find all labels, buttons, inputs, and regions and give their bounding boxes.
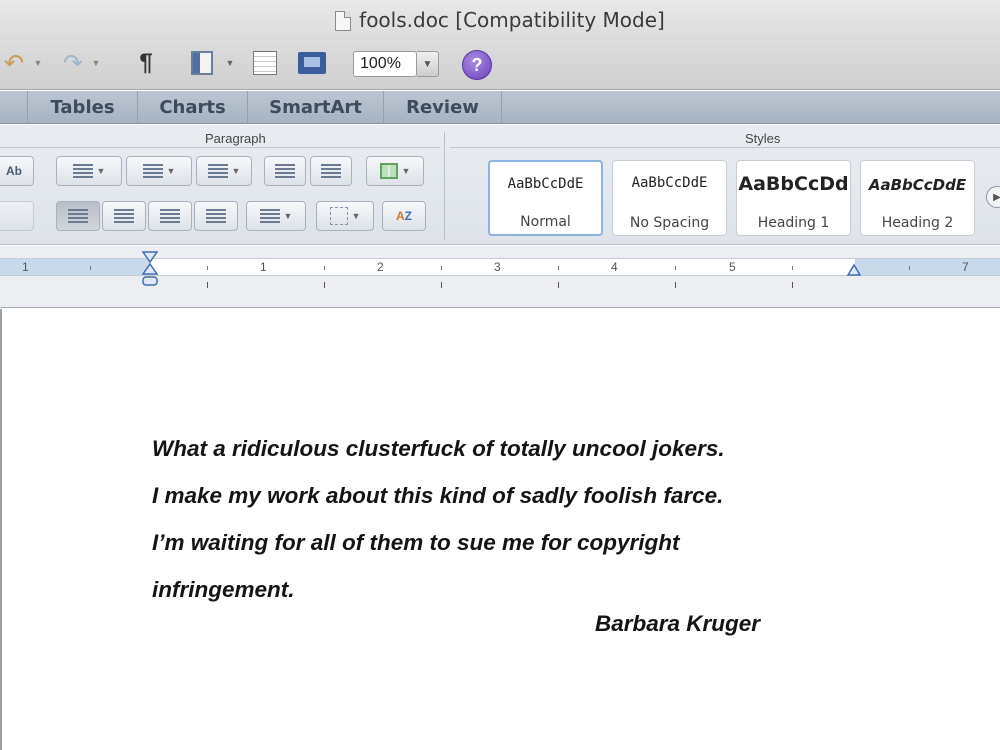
style-name: Normal xyxy=(520,214,571,230)
ruler-tick xyxy=(558,266,559,270)
standard-toolbar: ↶ ▼ ↷ ▼ ¶ ▼ xyxy=(0,40,1000,90)
style-heading-1[interactable]: AaBbCcDd Heading 1 xyxy=(736,160,851,236)
zoom-field[interactable]: 100% xyxy=(353,51,417,77)
redo-dropdown-icon[interactable]: ▼ xyxy=(90,48,102,78)
ribbon-tabs: Tables Charts SmartArt Review xyxy=(0,91,1000,124)
style-sample: AaBbCcDdE xyxy=(507,176,584,192)
group-divider xyxy=(450,147,1000,148)
style-name: Heading 1 xyxy=(757,215,830,231)
ruler-tick xyxy=(792,266,793,270)
decrease-indent-icon[interactable] xyxy=(264,156,306,186)
borders-button[interactable]: ▼ xyxy=(316,201,374,231)
tab-tables[interactable]: Tables xyxy=(28,91,138,124)
styles-group-label: Styles xyxy=(745,131,781,146)
align-center-icon[interactable] xyxy=(102,201,146,231)
style-normal[interactable]: AaBbCcDdE Normal xyxy=(488,160,603,236)
style-no-spacing[interactable]: AaBbCcDdE No Spacing xyxy=(612,160,727,236)
document-body[interactable]: What a ridiculous clusterfuck of totally… xyxy=(152,425,852,613)
ruler-tick xyxy=(909,266,910,270)
tab-stop xyxy=(558,282,559,288)
style-sample: AaBbCcDd xyxy=(738,173,849,195)
style-name: No Spacing xyxy=(629,215,710,231)
undo-icon[interactable]: ↶ xyxy=(0,48,28,78)
group-divider xyxy=(0,147,440,148)
align-right-icon[interactable] xyxy=(148,201,192,231)
change-case-icon[interactable]: Ab xyxy=(0,156,34,186)
sort-icon[interactable]: AZ xyxy=(382,201,426,231)
style-heading-2[interactable]: AaBbCcDdE Heading 2 xyxy=(860,160,975,236)
right-indent-marker[interactable] xyxy=(846,261,862,277)
tab-review[interactable]: Review xyxy=(384,91,502,124)
ruler-tick xyxy=(207,266,208,270)
align-left-icon[interactable] xyxy=(56,201,100,231)
numbering-button[interactable]: ▼ xyxy=(126,156,192,186)
view-layout-icon[interactable] xyxy=(188,48,216,78)
document-line: infringement. xyxy=(152,577,295,602)
zoom-dropdown-icon[interactable]: ▼ xyxy=(417,51,439,77)
ruler-number: 3 xyxy=(494,260,501,274)
ruler-number: 2 xyxy=(377,260,384,274)
redo-icon[interactable]: ↷ xyxy=(58,48,88,78)
tab-stop xyxy=(792,282,793,288)
toolbox-icon[interactable] xyxy=(296,48,328,78)
style-sample: AaBbCcDdE xyxy=(868,176,967,194)
left-indent-marker[interactable] xyxy=(141,250,159,288)
document-icon xyxy=(335,11,352,31)
justify-icon[interactable] xyxy=(194,201,238,231)
ruler-tick xyxy=(441,266,442,270)
line-spacing-button[interactable]: ▼ xyxy=(246,201,306,231)
style-name: Heading 2 xyxy=(881,215,954,231)
increase-indent-icon[interactable] xyxy=(310,156,352,186)
title-bar: fools.doc [Compatibility Mode] xyxy=(0,0,1000,40)
ruler-number: 1 xyxy=(260,260,267,274)
ruler-number: 1 xyxy=(22,260,29,274)
style-sample: AaBbCcDdE xyxy=(631,175,708,191)
document-line: I’m waiting for all of them to sue me fo… xyxy=(152,530,680,555)
group-separator xyxy=(444,132,445,240)
highlight-icon[interactable] xyxy=(0,201,34,231)
paragraph-group-label: Paragraph xyxy=(205,131,266,146)
ruler-number: 4 xyxy=(611,260,618,274)
window-title: fools.doc [Compatibility Mode] xyxy=(359,8,665,32)
columns-button[interactable]: ▼ xyxy=(366,156,424,186)
ruler-tick xyxy=(90,266,91,270)
bullets-button[interactable]: ▼ xyxy=(56,156,122,186)
undo-dropdown-icon[interactable]: ▼ xyxy=(32,48,44,78)
show-formatting-button[interactable]: ¶ xyxy=(133,48,159,78)
view-layout-dropdown-icon[interactable]: ▼ xyxy=(224,48,236,78)
tab-partial[interactable] xyxy=(0,91,28,124)
ruler-number: 7 xyxy=(962,260,969,274)
tab-stop xyxy=(324,282,325,288)
multilevel-list-button[interactable]: ▼ xyxy=(196,156,252,186)
document-line: What a ridiculous clusterfuck of totally… xyxy=(152,436,725,461)
tab-charts[interactable]: Charts xyxy=(138,91,248,124)
document-line: I make my work about this kind of sadly … xyxy=(152,483,724,508)
help-button[interactable]: ? xyxy=(462,50,492,80)
ruler-right-margin xyxy=(855,259,1000,275)
media-browser-icon[interactable] xyxy=(250,48,280,78)
tab-stop xyxy=(441,282,442,288)
tab-stop xyxy=(675,282,676,288)
tab-stop xyxy=(207,282,208,288)
ruler-number: 5 xyxy=(729,260,736,274)
document-signature: Barbara Kruger xyxy=(595,611,761,636)
tab-smartart[interactable]: SmartArt xyxy=(248,91,384,124)
ruler-tick xyxy=(324,266,325,270)
ruler-tick xyxy=(675,266,676,270)
